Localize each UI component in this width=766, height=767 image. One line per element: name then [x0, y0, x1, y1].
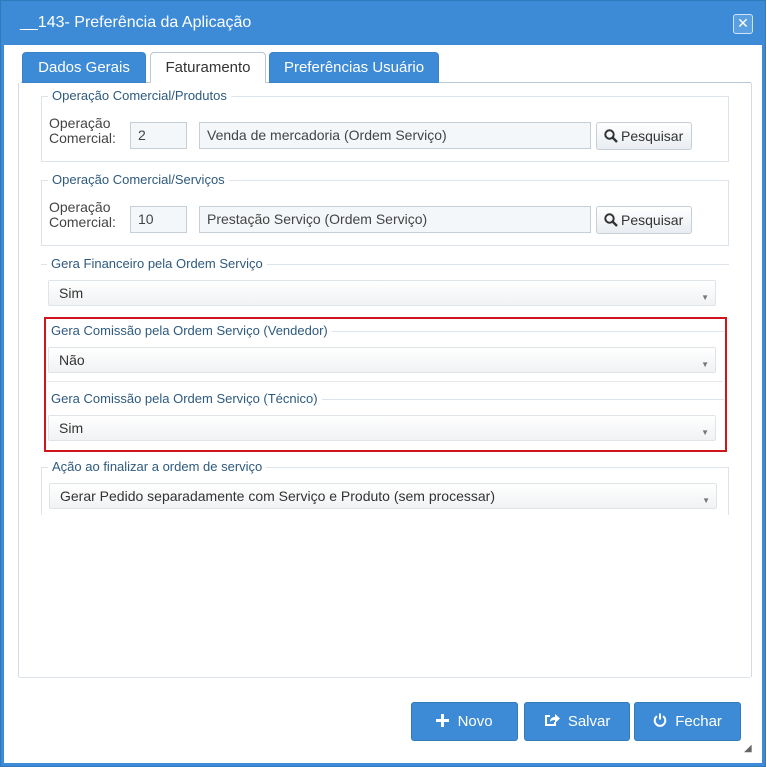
fieldset-acao-finalizar: Ação ao finalizar a ordem de serviço Ger…: [41, 459, 729, 515]
close-icon[interactable]: ✕: [733, 14, 753, 34]
novo-button[interactable]: Novo: [411, 702, 518, 741]
button-label: Salvar: [567, 713, 611, 730]
search-produtos-button[interactable]: Pesquisar: [596, 122, 692, 150]
fieldset-legend: Gera Comissão pela Ordem Serviço (Vended…: [47, 323, 332, 338]
button-label: Fechar: [675, 713, 722, 730]
comissao-tecnico-select[interactable]: Sim ▼: [48, 415, 716, 441]
fieldset-legend: Operação Comercial/Produtos: [48, 88, 231, 103]
operacao-servicos-description-input[interactable]: Prestação Serviço (Ordem Serviço): [199, 206, 591, 233]
select-value: Gerar Pedido separadamente com Serviço e…: [60, 488, 495, 504]
fechar-button[interactable]: Fechar: [634, 702, 741, 741]
operacao-produtos-description-input[interactable]: Venda de mercadoria (Ordem Serviço): [199, 122, 591, 149]
dialog-content: Dados Gerais Faturamento Preferências Us…: [4, 45, 762, 763]
chevron-down-icon: ▼: [701, 360, 709, 369]
share-save-icon: [544, 714, 560, 727]
select-value: Sim: [59, 420, 84, 436]
fieldset-legend: Gera Comissão pela Ordem Serviço (Técnic…: [47, 391, 322, 406]
fieldset-comissao-vendedor: Gera Comissão pela Ordem Serviço (Vended…: [47, 323, 724, 379]
operacao-produtos-code-input[interactable]: 2: [130, 122, 187, 149]
tab-label: Dados Gerais: [38, 59, 130, 76]
label-line: Comercial:: [49, 130, 116, 146]
chevron-down-icon: ▼: [702, 496, 710, 505]
search-label: Pesquisar: [621, 212, 684, 228]
fieldset-operacao-servicos: Operação Comercial/Serviços Operação Com…: [41, 172, 729, 246]
acao-finalizar-select[interactable]: Gerar Pedido separadamente com Serviço e…: [49, 483, 717, 509]
select-value: Não: [59, 352, 85, 368]
fieldset-legend: Gera Financeiro pela Ordem Serviço: [47, 256, 267, 271]
fieldset-operacao-produtos: Operação Comercial/Produtos Operação Com…: [41, 88, 729, 162]
fieldset-legend: Operação Comercial/Serviços: [48, 172, 229, 187]
gera-financeiro-select[interactable]: Sim ▼: [48, 280, 716, 306]
window-title: __143- Preferência da Aplicação: [20, 14, 252, 31]
divider: [47, 381, 723, 382]
plus-icon: [436, 713, 450, 727]
field-label: Operação Comercial:: [49, 200, 116, 230]
tab-preferencias-usuario[interactable]: Preferências Usuário: [269, 52, 439, 83]
fieldset-comissao-tecnico: Gera Comissão pela Ordem Serviço (Técnic…: [47, 391, 724, 447]
fieldset-legend: Ação ao finalizar a ordem de serviço: [48, 459, 267, 474]
select-value: Sim: [59, 285, 84, 301]
search-servicos-button[interactable]: Pesquisar: [596, 206, 692, 234]
operacao-servicos-code-input[interactable]: 10: [130, 206, 187, 233]
label-line: Operação: [49, 115, 111, 131]
chevron-down-icon: ▼: [701, 428, 709, 437]
label-line: Operação: [49, 199, 111, 215]
tab-bar: Dados Gerais Faturamento Preferências Us…: [4, 45, 762, 85]
search-label: Pesquisar: [621, 128, 684, 144]
resize-handle-icon[interactable]: ◢: [744, 743, 752, 754]
field-label: Operação Comercial:: [49, 116, 116, 146]
comissao-vendedor-select[interactable]: Não ▼: [48, 347, 716, 373]
salvar-button[interactable]: Salvar: [524, 702, 630, 741]
button-label: Novo: [457, 713, 493, 730]
dialog-window: __143- Preferência da Aplicação ✕ Dados …: [0, 0, 766, 767]
tab-label: Preferências Usuário: [283, 59, 425, 76]
search-icon: [604, 129, 618, 143]
footer-divider: [19, 677, 750, 678]
chevron-down-icon: ▼: [701, 293, 709, 302]
tab-dados-gerais[interactable]: Dados Gerais: [22, 52, 146, 83]
tab-panel: Operação Comercial/Produtos Operação Com…: [18, 83, 752, 677]
tab-faturamento[interactable]: Faturamento: [150, 52, 266, 83]
power-icon: [653, 713, 667, 727]
search-icon: [604, 213, 618, 227]
tab-label: Faturamento: [165, 59, 251, 76]
label-line: Comercial:: [49, 214, 116, 230]
title-bar[interactable]: __143- Preferência da Aplicação ✕: [1, 1, 765, 45]
fieldset-gera-financeiro: Gera Financeiro pela Ordem Serviço Sim ▼: [41, 256, 729, 312]
